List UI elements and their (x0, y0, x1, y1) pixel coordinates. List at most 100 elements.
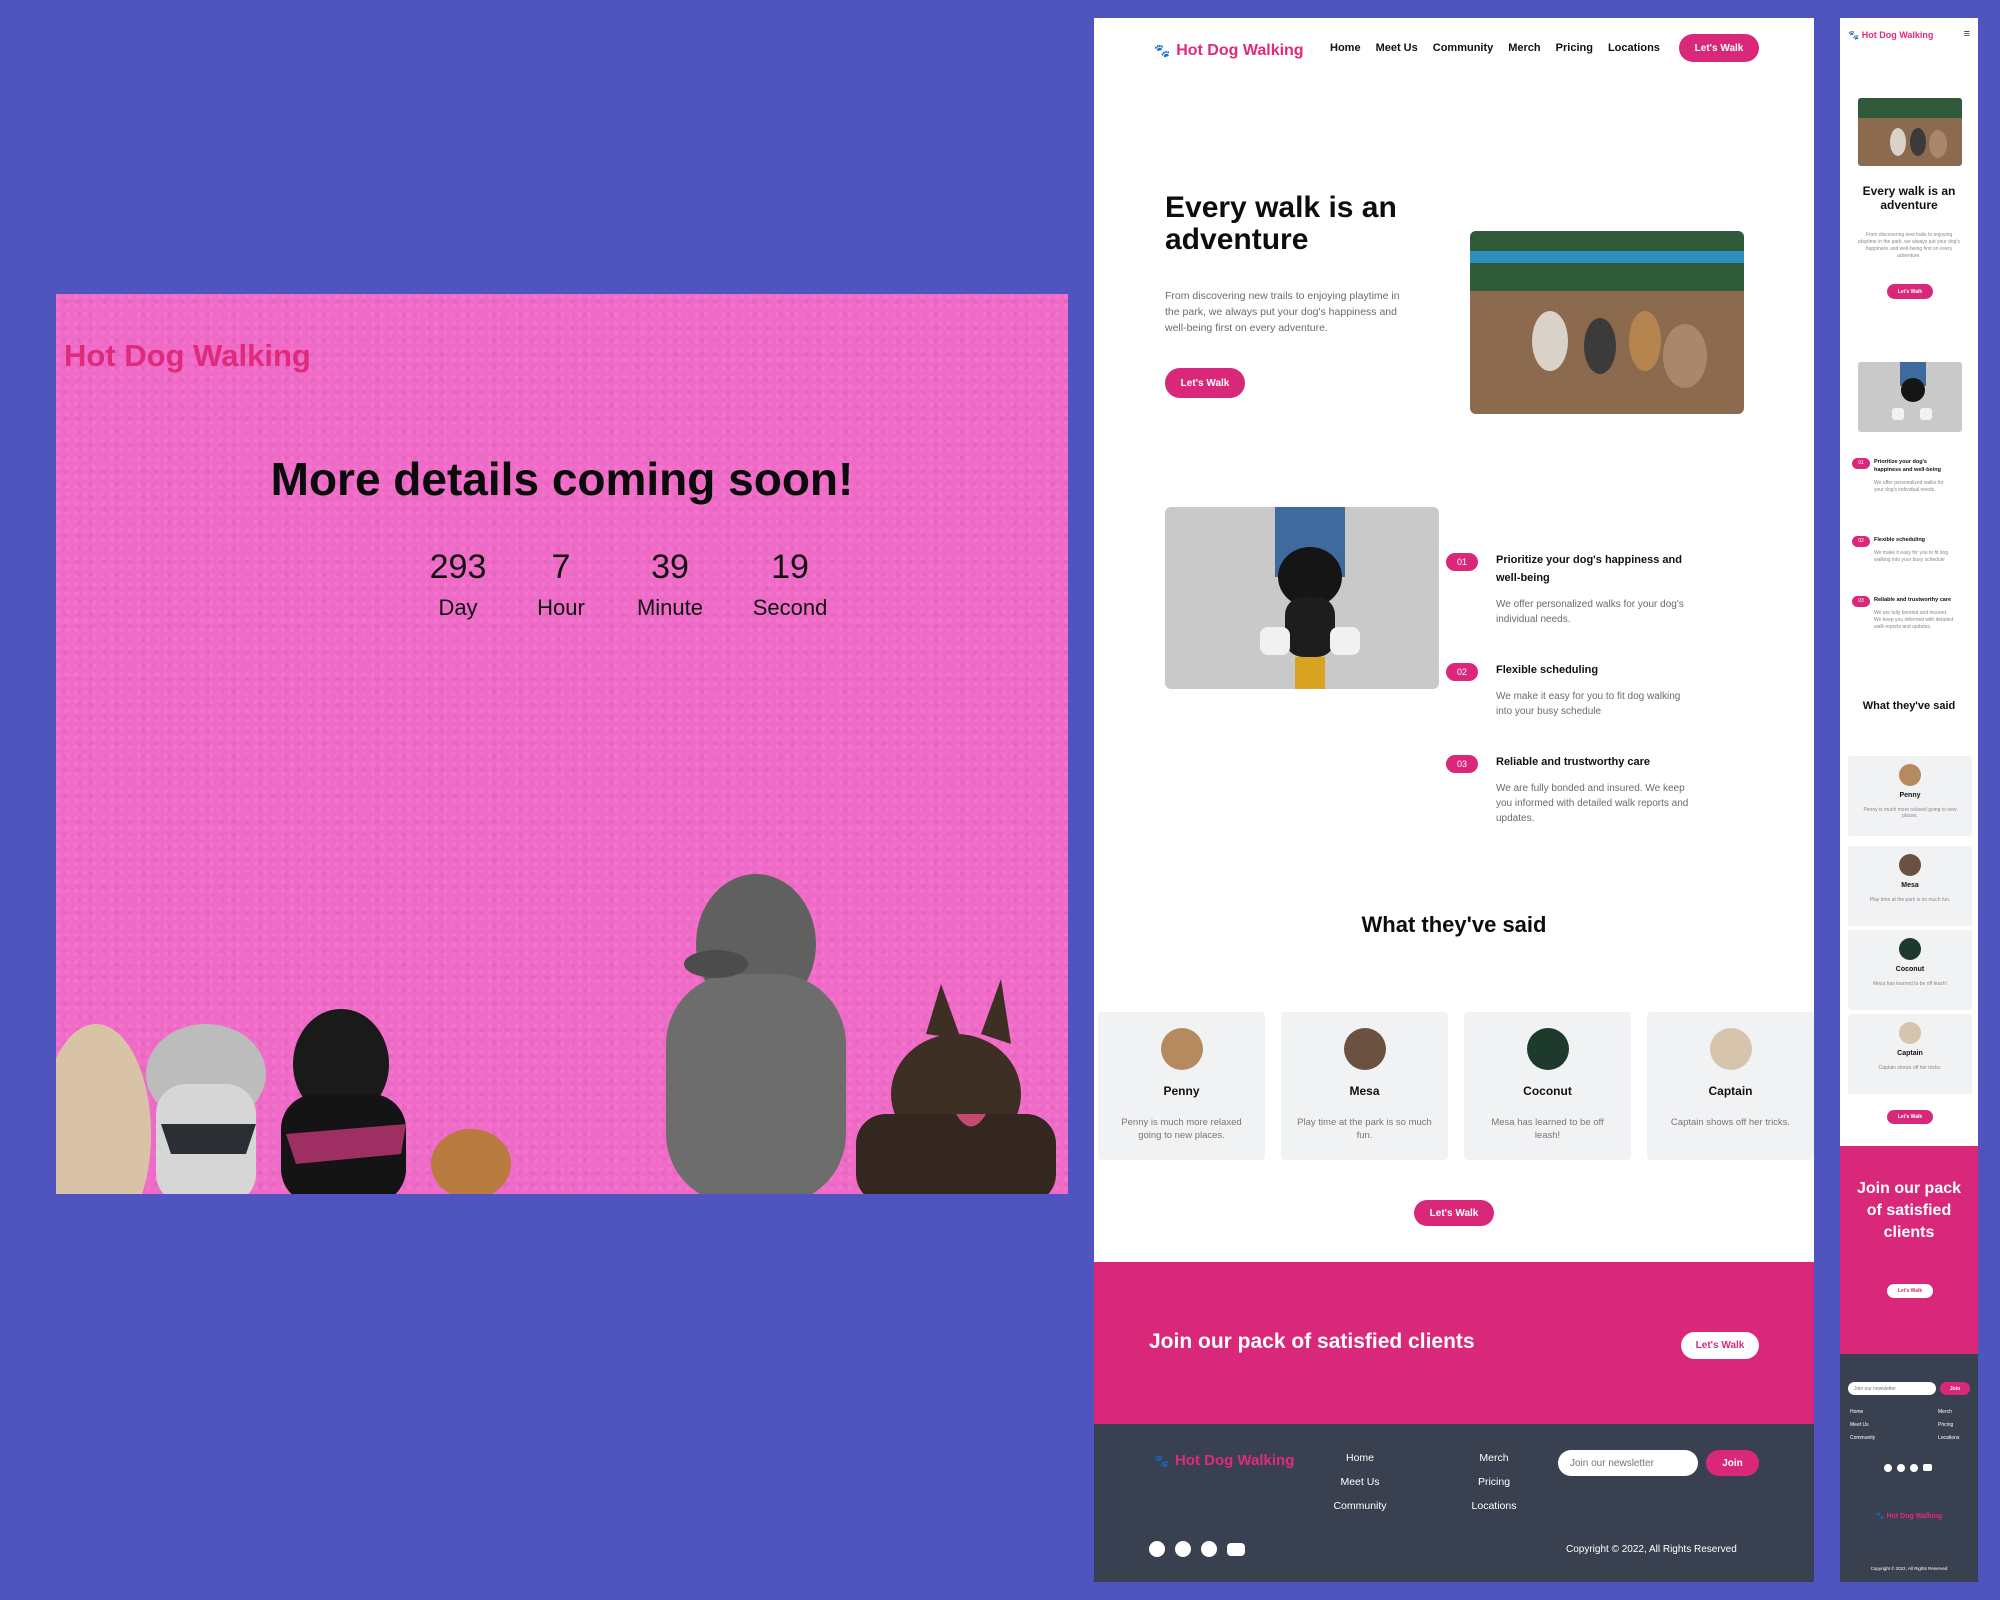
feature-desc-3: We are fully bonded and insured. We keep… (1496, 783, 1689, 824)
footer-logo[interactable]: 🐾 Hot Dog Walking (1154, 1452, 1294, 1469)
feature-item-1: 01 Prioritize your dog's happiness and w… (1446, 551, 1696, 627)
instagram-icon[interactable] (1910, 1464, 1918, 1472)
mobile-footer-link-merch[interactable]: Merch (1938, 1406, 1959, 1419)
mobile-hero-text: From discovering new trails to enjoying … (1858, 232, 1960, 259)
youtube-icon[interactable] (1227, 1543, 1245, 1556)
hero-title: Every walk is an adventure (1165, 191, 1397, 256)
nav-logo[interactable]: 🐾 Hot Dog Walking (1154, 42, 1304, 60)
testimonial-name: Captain (1708, 1084, 1753, 1098)
mobile-hero-cta-button[interactable]: Let's Walk (1887, 284, 1933, 299)
mobile-testimonial-quote: Captain shows off her tricks. (1878, 1065, 1942, 1071)
footer-link-home[interactable]: Home (1315, 1452, 1405, 1464)
nav-link-home[interactable]: Home (1330, 42, 1361, 54)
testimonial-name: Penny (1163, 1084, 1200, 1098)
footer-link-locations[interactable]: Locations (1449, 1500, 1539, 1512)
feature-badge-3: 03 (1446, 755, 1478, 773)
join-cta-button[interactable]: Let's Walk (1681, 1332, 1759, 1359)
nav-logo-text: Hot Dog Walking (1176, 42, 1304, 59)
nav-link-community[interactable]: Community (1433, 42, 1494, 54)
mobile-logo-text: Hot Dog Walking (1861, 30, 1934, 40)
feature-badge-2: 02 (1446, 663, 1478, 681)
mobile-testimonial-card-coconut: Coconut Mesa has learned to be off leash… (1848, 930, 1972, 1010)
mobile-testimonial-quote: Mesa has learned to be off leash! (1873, 981, 1947, 987)
avatar (1160, 1028, 1203, 1070)
footer-link-merch[interactable]: Merch (1449, 1452, 1539, 1464)
hero-cta-button[interactable]: Let's Walk (1165, 368, 1245, 398)
avatar (1526, 1028, 1569, 1070)
join-band: Join our pack of satisfied clients Let's… (1094, 1262, 1814, 1424)
hamburger-menu-icon[interactable]: ≡ (1964, 28, 1970, 40)
mobile-feature-desc-1: We offer personalized walks for your dog… (1874, 480, 1944, 493)
testimonial-card-mesa: Mesa Play time at the park is so much fu… (1281, 1012, 1448, 1160)
mobile-join-title: Join our pack of satisfied clients (1856, 1180, 1962, 1241)
footer: 🐾 Hot Dog Walking Home Meet Us Community… (1094, 1424, 1814, 1582)
nav-link-locations[interactable]: Locations (1608, 42, 1660, 54)
mobile-testimonial-card-mesa: Mesa Play time at the park is so much fu… (1848, 846, 1972, 926)
mobile-footer-copyright: Copyright © 2022, All Rights Reserved (1870, 1566, 1948, 1571)
mobile-footer-link-pricing[interactable]: Pricing (1938, 1419, 1959, 1432)
newsletter-input[interactable] (1558, 1450, 1698, 1476)
hero-text: From discovering new trails to enjoying … (1165, 290, 1400, 334)
testimonial-quote: Play time at the park is so much fun. (1297, 1117, 1432, 1141)
mobile-feature-photo (1858, 362, 1962, 432)
mobile-hero-photo (1858, 98, 1962, 166)
countdown-logo[interactable]: Hot Dog Walking (64, 338, 311, 374)
footer-copyright: Copyright © 2022, All Rights Reserved (1566, 1544, 1737, 1555)
instagram-icon[interactable] (1201, 1541, 1217, 1557)
mobile-feature-badge-1: 01 (1852, 458, 1870, 469)
mobile-footer-col2: Merch Pricing Locations (1938, 1406, 1959, 1445)
nav-link-merch[interactable]: Merch (1508, 42, 1540, 54)
twitter-icon[interactable] (1884, 1464, 1892, 1472)
footer-link-pricing[interactable]: Pricing (1449, 1476, 1539, 1488)
paw-icon: 🐾 (1875, 1513, 1885, 1520)
mobile-testimonial-name: Captain (1897, 1050, 1923, 1057)
mobile-testimonials-title: What they've said (1862, 700, 1956, 712)
desktop-preview: 🐾 Hot Dog Walking Home Meet Us Community… (1094, 18, 1814, 1582)
paw-icon: 🐾 (1154, 43, 1171, 58)
avatar (1899, 854, 1921, 876)
avatar (1343, 1028, 1386, 1070)
feature-badge-1: 01 (1446, 553, 1478, 571)
mobile-newsletter-join-button[interactable]: Join (1940, 1382, 1970, 1395)
twitter-icon[interactable] (1149, 1541, 1165, 1557)
avatar (1709, 1028, 1752, 1070)
mobile-footer-logo-text: Hot Dog Walking (1886, 1513, 1943, 1520)
mobile-feature-2: 02 Flexible scheduling We make it easy f… (1852, 536, 1954, 564)
mobile-join-band: Join our pack of satisfied clients Let's… (1840, 1146, 1978, 1354)
mobile-newsletter-input[interactable] (1848, 1382, 1936, 1395)
feature-item-2: 02 Flexible scheduling We make it easy f… (1446, 661, 1696, 719)
footer-link-community[interactable]: Community (1315, 1500, 1405, 1512)
testimonial-name: Mesa (1349, 1084, 1380, 1098)
feature-title-3: Reliable and trustworthy care (1496, 756, 1651, 768)
nav-link-pricing[interactable]: Pricing (1556, 42, 1593, 54)
mobile-footer-link-meet-us[interactable]: Meet Us (1850, 1419, 1875, 1432)
feature-title-1: Prioritize your dog's happiness and well… (1496, 554, 1682, 584)
paw-icon: 🐾 (1848, 30, 1860, 40)
dogs-photo (56, 874, 1056, 1194)
avatar (1899, 1022, 1921, 1044)
mobile-footer-link-locations[interactable]: Locations (1938, 1432, 1959, 1445)
mobile-feature-title-2: Flexible scheduling (1874, 537, 1926, 543)
nav-link-meet-us[interactable]: Meet Us (1376, 42, 1418, 54)
footer-logo-text: Hot Dog Walking (1174, 1452, 1295, 1469)
testimonial-quote: Captain shows off her tricks. (1670, 1117, 1791, 1128)
youtube-icon[interactable] (1923, 1464, 1932, 1471)
mobile-footer-link-home[interactable]: Home (1850, 1406, 1875, 1419)
facebook-icon[interactable] (1897, 1464, 1905, 1472)
footer-link-meet-us[interactable]: Meet Us (1315, 1476, 1405, 1488)
nav-cta-button[interactable]: Let's Walk (1679, 34, 1759, 62)
mobile-footer-logo[interactable]: 🐾 Hot Dog Walking (1840, 1512, 1978, 1520)
feature-title-2: Flexible scheduling (1496, 664, 1599, 676)
social-links (1149, 1541, 1245, 1557)
testimonials-cta-button[interactable]: Let's Walk (1414, 1200, 1494, 1226)
facebook-icon[interactable] (1175, 1541, 1191, 1557)
mobile-footer-col1: Home Meet Us Community (1850, 1406, 1875, 1445)
mobile-logo[interactable]: 🐾 Hot Dog Walking (1848, 30, 1933, 41)
mobile-join-cta-button[interactable]: Let's Walk (1887, 1284, 1933, 1298)
feature-item-3: 03 Reliable and trustworthy care We are … (1446, 753, 1696, 826)
mobile-footer-link-community[interactable]: Community (1850, 1432, 1875, 1445)
newsletter-join-button[interactable]: Join (1706, 1450, 1759, 1476)
mobile-testimonial-name: Penny (1899, 792, 1921, 799)
feature-desc-1: We offer personalized walks for your dog… (1496, 599, 1684, 625)
mobile-testimonials-cta-button[interactable]: Let's Walk (1887, 1110, 1933, 1124)
